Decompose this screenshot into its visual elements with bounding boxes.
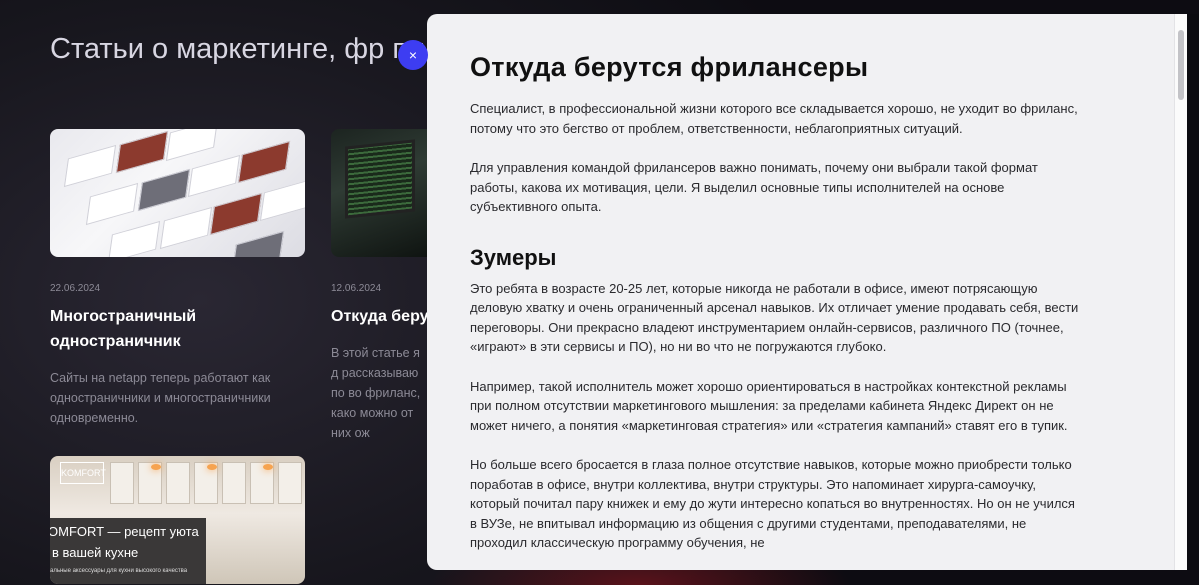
article-title[interactable]: Откуда беру [331, 304, 427, 329]
article-paragraph: Для управления командой фрилансеров важн… [470, 160, 1038, 214]
close-button[interactable]: × [398, 40, 428, 70]
article-paragraph: Специалист, в профессиональной жизни кот… [470, 101, 1078, 136]
brand-logo: KOMFORT [60, 462, 106, 484]
article-subheading: Зумеры [470, 244, 557, 270]
close-icon: × [408, 47, 418, 63]
article-title[interactable]: Многостраничный одностраничник [50, 304, 240, 354]
window-edge [1187, 14, 1199, 570]
article-description: В этой статье я д рассказываю по во фрил… [331, 346, 421, 440]
article-modal: Откуда берутся фрилансеры Специалист, в … [427, 14, 1187, 570]
article-paragraph: Но больше всего бросается в глаза полное… [470, 457, 1075, 550]
article-thumbnail[interactable]: KOMFORT OMFORT — рецепт уюта в вашей кух… [50, 456, 305, 584]
image-caption: OMFORT — рецепт уюта в вашей кухне альны… [50, 518, 206, 584]
scrollbar-thumb[interactable] [1178, 30, 1184, 100]
article-date: 12.06.2024 [331, 283, 382, 294]
article-card[interactable]: KOMFORT OMFORT — рецепт уюта в вашей кух… [50, 456, 305, 584]
article-date: 22.06.2024 [50, 283, 101, 294]
article-heading: Откуда берутся фрилансеры [470, 52, 869, 82]
article-content: Откуда берутся фрилансеры Специалист, в … [470, 52, 1080, 553]
article-card[interactable]: 22.06.2024 Многостраничный одностранични… [50, 129, 305, 428]
article-description: Сайты на netapp теперь работают как одно… [50, 371, 271, 425]
article-thumbnail[interactable] [50, 129, 305, 257]
article-thumbnail[interactable] [331, 129, 427, 257]
article-paragraph: Например, такой исполнитель может хорошо… [470, 378, 1068, 433]
article-paragraph: Это ребята в возрасте 20-25 лет, которые… [470, 280, 1079, 355]
article-card[interactable]: 12.06.2024 Откуда беру В этой статье я д… [331, 129, 427, 443]
modal-scrollbar[interactable] [1174, 14, 1187, 570]
